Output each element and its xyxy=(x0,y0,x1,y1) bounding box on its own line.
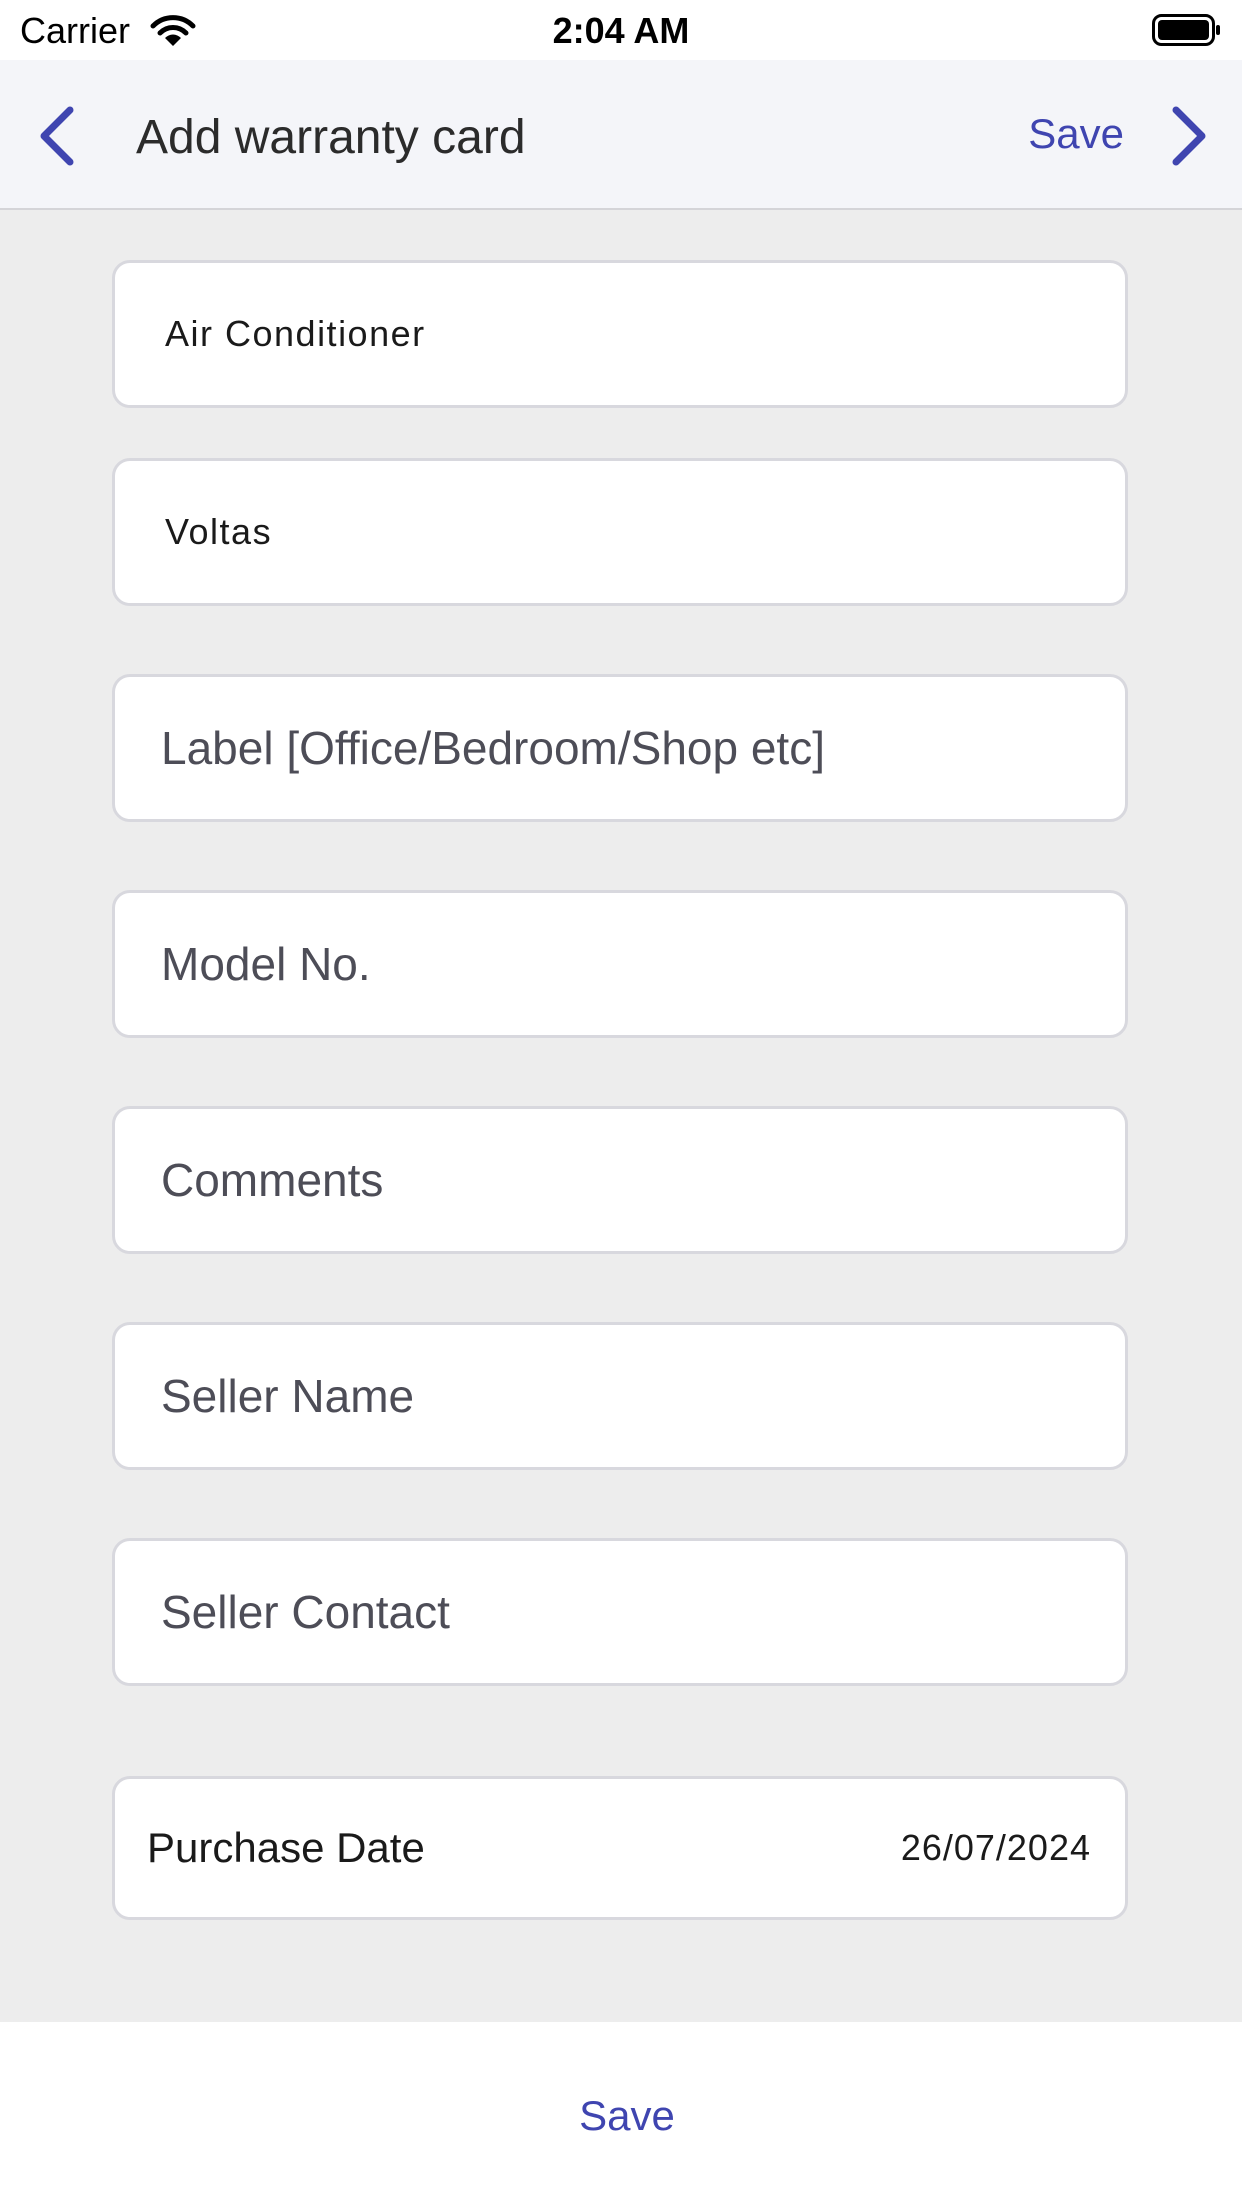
purchase-date-value[interactable]: 26/07/2024 xyxy=(901,1827,1091,1869)
purchase-date-label: Purchase Date xyxy=(147,1824,425,1871)
status-time: 2:04 AM xyxy=(552,10,690,51)
label-placeholder: Label [Office/Bedroom/Shop etc] xyxy=(161,722,825,774)
brand-value: Voltas xyxy=(165,511,273,552)
navigation-bar: Add warranty card Save xyxy=(0,60,1242,210)
model-number-placeholder: Model No. xyxy=(161,938,371,990)
seller-contact-placeholder: Seller Contact xyxy=(161,1586,450,1638)
label-field[interactable]: Label [Office/Bedroom/Shop etc] xyxy=(112,674,1128,822)
brand-field[interactable]: Voltas xyxy=(112,458,1128,606)
save-button[interactable]: Save xyxy=(1028,110,1124,158)
seller-name-field[interactable]: Seller Name xyxy=(112,1322,1128,1470)
model-number-field[interactable]: Model No. xyxy=(112,890,1128,1038)
back-chevron-icon[interactable] xyxy=(30,100,90,172)
page-title: Add warranty card xyxy=(136,111,526,164)
comments-placeholder: Comments xyxy=(161,1154,384,1206)
forward-chevron-icon[interactable] xyxy=(1156,100,1216,172)
seller-contact-field[interactable]: Seller Contact xyxy=(112,1538,1128,1686)
status-bar: Carrier 2:04 AM xyxy=(0,0,1242,60)
seller-name-placeholder: Seller Name xyxy=(161,1370,415,1422)
bottom-bar: Save xyxy=(0,2022,1242,2208)
battery-icon xyxy=(1152,14,1222,51)
bottom-save-button[interactable]: Save xyxy=(0,2092,1242,2140)
comments-field[interactable]: Comments xyxy=(112,1106,1128,1254)
category-field[interactable]: Air Conditioner xyxy=(112,260,1128,408)
category-value: Air Conditioner xyxy=(165,313,426,354)
purchase-date-field[interactable]: Purchase Date 26/07/2024 xyxy=(112,1776,1128,1920)
